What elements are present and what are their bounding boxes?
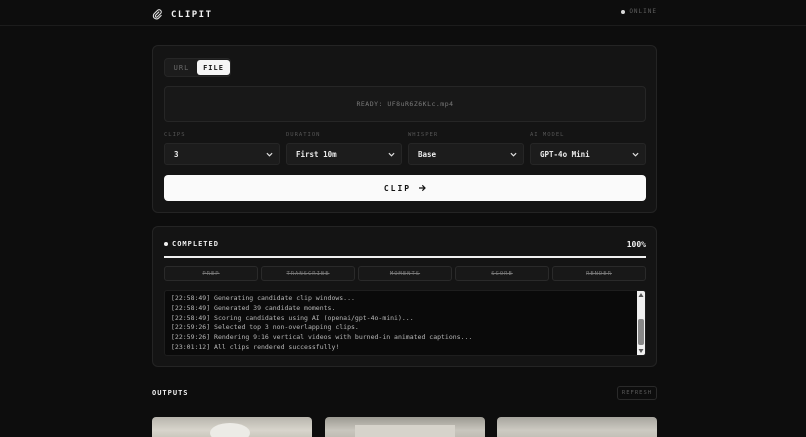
- progress-status-label: COMPLETED: [172, 240, 219, 248]
- log-line: [22:59:26] Rendering 9:16 vertical video…: [171, 333, 473, 342]
- chevron-down-icon: [510, 152, 517, 157]
- ai-model-value: GPT-4o Mini: [540, 149, 590, 159]
- input-panel: URL FILE READY: UF8uR6Z6KLc.mp4 CLIPS 3 …: [152, 45, 657, 213]
- whisper-field: WHISPER Base: [408, 132, 524, 165]
- outputs-title: OUTPUTS: [152, 389, 189, 397]
- stage-moments: MOMENTS: [358, 266, 452, 281]
- scroll-down-icon[interactable]: [638, 348, 644, 354]
- log-scrollbar[interactable]: [637, 291, 645, 355]
- log-line: [23:01:12] All clips rendered successful…: [171, 342, 340, 351]
- stage-score: SCORE: [455, 266, 549, 281]
- output-clip-thumbnail[interactable]: [152, 417, 312, 437]
- log-lines: [22:58:49] Generating candidate clip win…: [171, 294, 631, 353]
- brand[interactable]: CLIPIT: [152, 5, 213, 24]
- duration-label: DURATION: [286, 132, 321, 138]
- refresh-button[interactable]: REFRESH: [617, 386, 657, 400]
- log-line: [22:58:49] Generated 39 candidate moment…: [171, 303, 336, 312]
- duration-select[interactable]: First 10m: [286, 143, 402, 165]
- stage-list: PREP TRANSCRIBE MOMENTS SCORE RENDER: [164, 266, 646, 281]
- stage-render: RENDER: [552, 266, 646, 281]
- status-label: ONLINE: [629, 8, 657, 15]
- source-tabs: URL FILE: [164, 58, 231, 77]
- chevron-down-icon: [388, 152, 395, 157]
- log-line: [22:58:49] Scoring candidates using AI (…: [171, 313, 414, 322]
- progress-bar-fill: [164, 256, 646, 258]
- scroll-up-icon[interactable]: [638, 292, 644, 298]
- chevron-down-icon: [632, 152, 639, 157]
- whisper-label: WHISPER: [408, 132, 439, 138]
- paperclip-icon: [152, 5, 163, 24]
- stage-prep: PREP: [164, 266, 258, 281]
- clips-value: 3: [174, 149, 179, 159]
- connection-status: ONLINE: [621, 8, 657, 15]
- progress-percent: 100%: [626, 239, 646, 249]
- clips-select[interactable]: 3: [164, 143, 280, 165]
- top-bar: CLIPIT ONLINE: [0, 0, 806, 26]
- ai-model-select[interactable]: GPT-4o Mini: [530, 143, 646, 165]
- stage-transcribe: TRANSCRIBE: [261, 266, 355, 281]
- clips-label: CLIPS: [164, 132, 186, 138]
- scroll-thumb[interactable]: [638, 319, 644, 345]
- progress-header: COMPLETED 100%: [164, 239, 646, 249]
- arrow-right-icon: [419, 184, 426, 192]
- whisper-value: Base: [418, 149, 437, 159]
- clips-field: CLIPS 3: [164, 132, 280, 165]
- app-name: CLIPIT: [171, 9, 213, 20]
- clip-button-label: CLIP: [383, 183, 412, 193]
- log-console[interactable]: [22:58:49] Generating candidate clip win…: [164, 290, 646, 356]
- status-dot: [164, 242, 168, 246]
- progress-panel: COMPLETED 100% PREP TRANSCRIBE MOMENTS S…: [152, 226, 657, 367]
- chevron-down-icon: [266, 152, 273, 157]
- output-clip-thumbnail[interactable]: [497, 417, 657, 437]
- ai-model-label: AI MODEL: [530, 132, 565, 138]
- duration-value: First 10m: [296, 149, 337, 159]
- output-clip-thumbnail[interactable]: [325, 417, 485, 437]
- ai-model-field: AI MODEL GPT-4o Mini: [530, 132, 646, 165]
- progress-bar: [164, 256, 646, 258]
- log-line: [22:58:49] Generating candidate clip win…: [171, 294, 355, 302]
- tab-url[interactable]: URL: [167, 60, 196, 75]
- tab-file[interactable]: FILE: [197, 60, 230, 75]
- progress-status: COMPLETED: [164, 240, 219, 248]
- log-line: [22:59:26] Selected top 3 non-overlappin…: [171, 323, 359, 332]
- clip-button[interactable]: CLIP: [164, 175, 646, 201]
- file-dropzone[interactable]: READY: UF8uR6Z6KLc.mp4: [164, 86, 646, 122]
- whisper-select[interactable]: Base: [408, 143, 524, 165]
- status-dot: [621, 9, 626, 14]
- duration-field: DURATION First 10m: [286, 132, 402, 165]
